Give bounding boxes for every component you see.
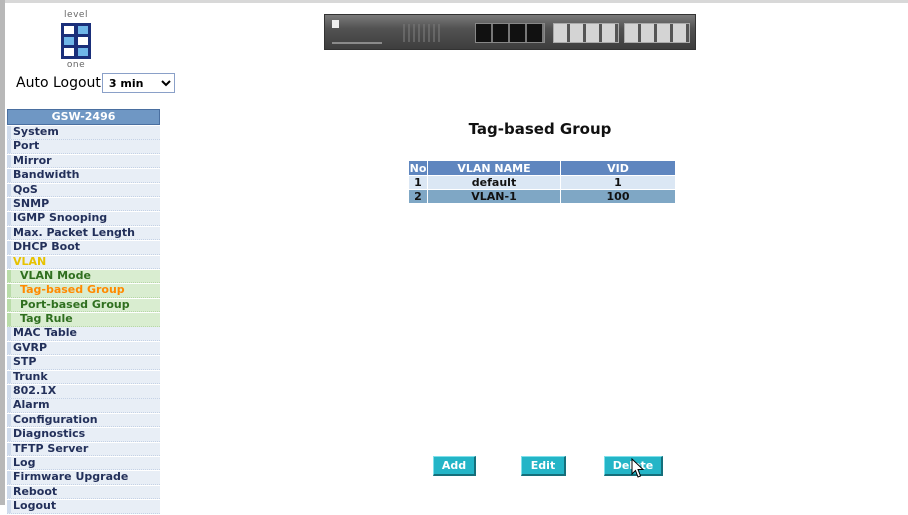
auto-logout-label: Auto Logout	[16, 75, 101, 91]
sidebar-menu: GSW-2496 System Port Mirror Bandwidth Qo…	[7, 109, 160, 515]
menu-item-max-packet-length[interactable]: Max. Packet Length	[7, 226, 160, 241]
levelone-logo: level one	[55, 10, 97, 72]
menu-item-firmware-upgrade[interactable]: Firmware Upgrade	[7, 471, 160, 485]
menu-item-logout[interactable]: Logout	[7, 500, 160, 514]
menu-item-802-1x[interactable]: 802.1X	[7, 385, 160, 399]
page-title: Tag-based Group	[468, 120, 612, 138]
logo-mark-icon	[61, 23, 91, 59]
table-row[interactable]: 1 default 1	[409, 176, 675, 189]
cell-no: 1	[409, 176, 427, 189]
top-frame-border	[0, 0, 908, 3]
cell-vlan-name: default	[428, 176, 560, 189]
cell-vid: 1	[561, 176, 675, 189]
menu-item-reboot[interactable]: Reboot	[7, 485, 160, 500]
cell-vlan-name: VLAN-1	[428, 190, 560, 203]
column-header-no: No	[409, 161, 427, 175]
menu-item-stp[interactable]: STP	[7, 356, 160, 370]
menu-item-log[interactable]: Log	[7, 456, 160, 471]
menu-item-tftp-server[interactable]: TFTP Server	[7, 442, 160, 457]
column-header-vid: VID	[561, 161, 675, 175]
auto-logout-control: Auto Logout 3 min	[16, 73, 175, 93]
menu-item-qos[interactable]: QoS	[7, 183, 160, 198]
device-logo-icon	[332, 20, 339, 28]
menu-item-gvrp[interactable]: GVRP	[7, 341, 160, 356]
table-row[interactable]: 2 VLAN-1 100	[409, 190, 675, 203]
menu-item-snmp[interactable]: SNMP	[7, 197, 160, 212]
device-led-panel	[403, 24, 441, 42]
submenu-item-vlan-mode[interactable]: VLAN Mode	[7, 269, 160, 284]
menu-item-mac-table[interactable]: MAC Table	[7, 327, 160, 341]
cell-no: 2	[409, 190, 427, 203]
menu-item-system[interactable]: System	[7, 125, 160, 140]
vlan-table: No VLAN NAME VID 1 default 1 2 VLAN-1 10…	[408, 160, 676, 204]
menu-item-igmp-snooping[interactable]: IGMP Snooping	[7, 212, 160, 226]
column-header-vlan-name: VLAN NAME	[428, 161, 560, 175]
edit-button[interactable]: Edit	[521, 456, 566, 476]
auto-logout-select[interactable]: 3 min	[101, 73, 175, 93]
menu-item-trunk[interactable]: Trunk	[7, 370, 160, 385]
menu-item-configuration[interactable]: Configuration	[7, 413, 160, 428]
logo-top-text: level	[64, 10, 88, 20]
sidebar-title: GSW-2496	[7, 109, 160, 125]
device-label-strip	[332, 42, 382, 44]
submenu-item-port-based-group[interactable]: Port-based Group	[7, 298, 160, 313]
menu-item-diagnostics[interactable]: Diagnostics	[7, 428, 160, 442]
menu-item-dhcp-boot[interactable]: DHCP Boot	[7, 241, 160, 255]
menu-item-port[interactable]: Port	[7, 140, 160, 154]
submenu-item-tag-based-group[interactable]: Tag-based Group	[7, 284, 160, 298]
device-port-group-2	[624, 23, 690, 43]
menu-item-alarm[interactable]: Alarm	[7, 399, 160, 413]
switch-front-panel-image	[324, 14, 696, 50]
table-header-row: No VLAN NAME VID	[409, 161, 675, 175]
device-copper-ports	[475, 23, 545, 43]
submenu-item-tag-rule[interactable]: Tag Rule	[7, 313, 160, 327]
device-port-group-1	[553, 23, 619, 43]
menu-item-bandwidth[interactable]: Bandwidth	[7, 169, 160, 183]
logo-bottom-text: one	[66, 60, 86, 70]
left-frame-border	[0, 0, 5, 505]
cell-vid: 100	[561, 190, 675, 203]
menu-item-mirror[interactable]: Mirror	[7, 154, 160, 169]
mouse-pointer-icon	[631, 458, 645, 478]
add-button[interactable]: Add	[433, 456, 476, 476]
menu-item-vlan[interactable]: VLAN	[7, 255, 160, 270]
